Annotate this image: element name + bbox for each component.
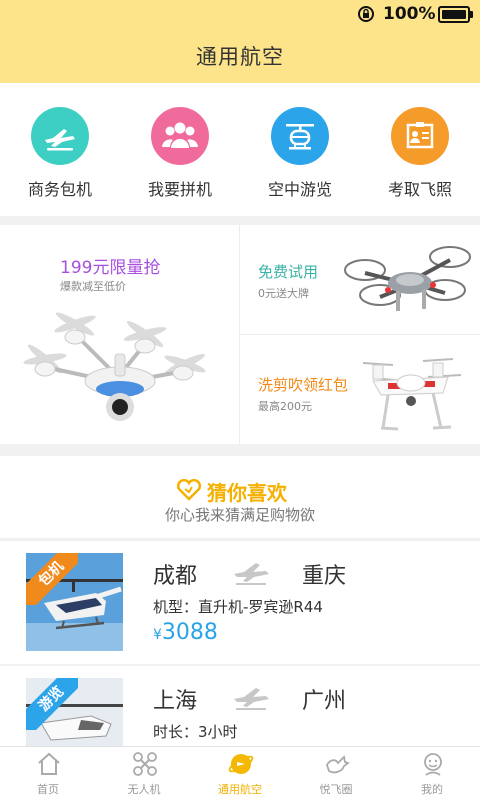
bird-icon bbox=[326, 755, 350, 774]
guess-you-like-header: 猜你喜欢 你心我来猜满足购物欲 bbox=[0, 456, 480, 538]
tab-fly-circle[interactable]: 悦飞圈 bbox=[288, 747, 384, 800]
flight-tag: 游览 bbox=[26, 678, 78, 730]
drone-icon bbox=[133, 752, 157, 776]
service-label: 我要拼机 bbox=[147, 180, 212, 199]
arrival-city: 重庆 bbox=[302, 564, 347, 589]
tab-drones[interactable]: 无人机 bbox=[96, 747, 192, 800]
tab-home[interactable]: 首页 bbox=[0, 747, 96, 800]
drone-image bbox=[362, 358, 462, 431]
service-pilot-license[interactable]: 考取飞照 bbox=[360, 83, 480, 216]
plane-icon bbox=[234, 563, 269, 585]
service-label: 空中游览 bbox=[267, 180, 332, 199]
status-bar: 100% bbox=[0, 0, 480, 30]
promo-title: 洗剪吹领红包 bbox=[258, 376, 349, 394]
service-label: 考取飞照 bbox=[387, 180, 452, 199]
promo-title: 免费试用 bbox=[258, 263, 319, 281]
battery-percent: 100% bbox=[383, 4, 436, 24]
flight-card[interactable]: 游览 上海 广州 时长：3小时 bbox=[0, 666, 480, 746]
service-aerial-tour[interactable]: 空中游览 bbox=[240, 83, 360, 216]
plane-icon bbox=[31, 107, 89, 165]
promo-subtitle: 爆款减至低价 bbox=[60, 280, 126, 293]
group-icon bbox=[151, 107, 209, 165]
tab-general-aviation[interactable]: 通用航空 bbox=[192, 747, 288, 800]
header: 通用航空 bbox=[0, 30, 480, 83]
section-subtitle: 你心我来猜满足购物欲 bbox=[164, 506, 315, 524]
service-business-charter[interactable]: 商务包机 bbox=[0, 83, 120, 216]
service-label: 商务包机 bbox=[27, 180, 92, 199]
arrival-city: 广州 bbox=[302, 689, 347, 714]
departure-city: 成都 bbox=[153, 564, 198, 589]
profile-icon bbox=[424, 753, 442, 776]
flight-tag: 包机 bbox=[26, 553, 78, 605]
flight-card[interactable]: 包机 成都 重庆 机型：直升机-罗宾逊R44 ¥3088 bbox=[0, 541, 480, 665]
drone-image bbox=[23, 312, 206, 421]
license-icon bbox=[391, 107, 449, 165]
flight-price: ¥3088 bbox=[153, 620, 218, 645]
helicopter-icon bbox=[271, 107, 329, 165]
service-grid: 商务包机 我要拼机 空中游览 考取飞照 bbox=[0, 83, 480, 216]
promo-subtitle: 0元送大牌 bbox=[258, 287, 309, 300]
departure-city: 上海 bbox=[153, 689, 198, 714]
promo-limited-sale[interactable]: 199元限量抢 爆款减至低价 bbox=[0, 225, 239, 444]
section-title: 猜你喜欢 bbox=[207, 481, 287, 505]
battery-icon bbox=[438, 6, 470, 23]
drone-image bbox=[344, 246, 471, 311]
promo-subtitle: 最高200元 bbox=[258, 400, 312, 413]
flight-duration: 时长：3小时 bbox=[153, 723, 238, 741]
rotation-lock-icon bbox=[358, 6, 374, 22]
heart-icon bbox=[176, 479, 202, 501]
helicopter-photo: 游览 bbox=[26, 678, 123, 746]
promo-section: 199元限量抢 爆款减至低价 免费试用 0元送大牌 洗剪吹领红包 最高200元 bbox=[0, 225, 480, 444]
page-title: 通用航空 bbox=[196, 45, 284, 69]
aircraft-model: 机型：直升机-罗宾逊R44 bbox=[153, 598, 323, 616]
tab-profile[interactable]: 我的 bbox=[384, 747, 480, 800]
service-shared-flight[interactable]: 我要拼机 bbox=[120, 83, 240, 216]
bottom-tab-bar: 首页 无人机 通用航空 悦飞圈 我的 bbox=[0, 746, 480, 800]
plane-icon bbox=[234, 688, 269, 710]
helicopter-photo: 包机 bbox=[26, 553, 123, 651]
promo-title: 199元限量抢 bbox=[60, 258, 161, 278]
home-icon bbox=[38, 752, 60, 775]
planet-icon bbox=[228, 754, 254, 774]
